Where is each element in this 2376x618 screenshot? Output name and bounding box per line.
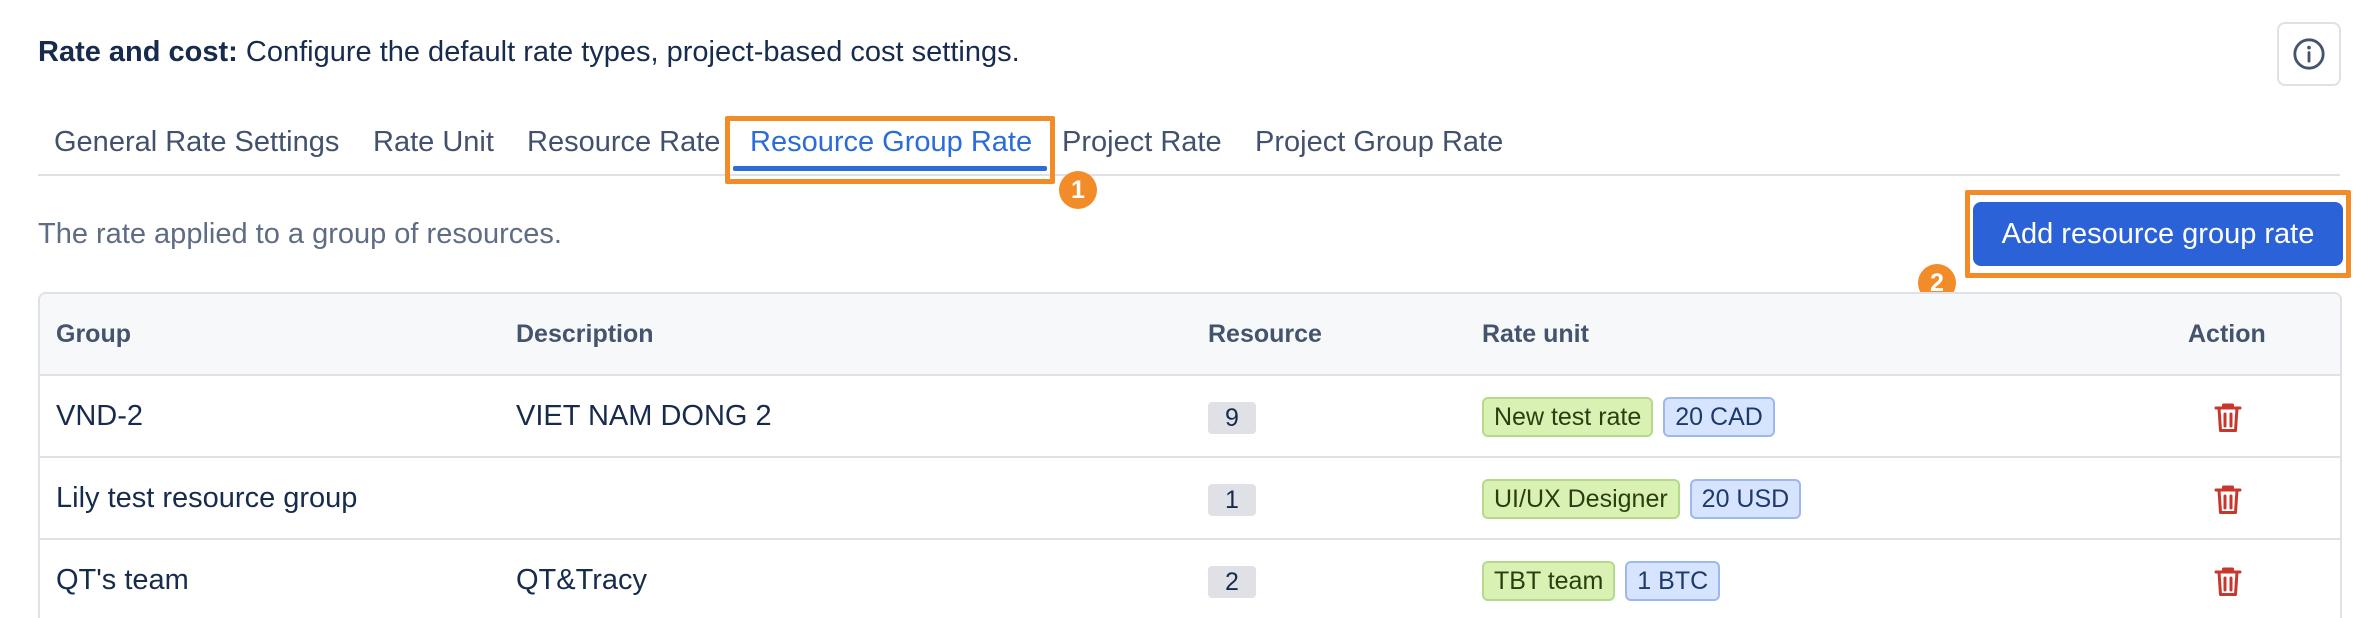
- rate-name-lozenge: TBT team: [1482, 561, 1616, 601]
- column-header-rate-unit: Rate unit: [1482, 320, 1589, 348]
- group-name: QT's team: [56, 564, 189, 596]
- rate-name-lozenge: New test rate: [1482, 397, 1654, 437]
- trash-icon[interactable]: [2210, 480, 2246, 518]
- tab-highlight-annotation: [725, 116, 1055, 184]
- header-description: Configure the default rate types, projec…: [245, 36, 1020, 68]
- header-title: Rate and cost:: [38, 36, 238, 68]
- table-row[interactable]: QT's team QT&Tracy 2 TBT team 1 BTC: [40, 540, 2340, 618]
- tab-project-group-rate[interactable]: Project Group Rate: [1255, 126, 1503, 159]
- table-row[interactable]: VND-2 VIET NAM DONG 2 9 New test rate 20…: [40, 376, 2340, 458]
- group-name: Lily test resource group: [56, 482, 358, 514]
- rate-name-lozenge: UI/UX Designer: [1482, 479, 1680, 519]
- group-name: VND-2: [56, 400, 144, 432]
- column-header-description: Description: [516, 320, 654, 348]
- resource-group-rate-table: Group Description Resource Rate unit Act…: [38, 292, 2342, 618]
- rate-value-lozenge: 1 BTC: [1625, 561, 1721, 601]
- table-row[interactable]: Lily test resource group 1 UI/UX Designe…: [40, 458, 2340, 540]
- rate-value-lozenge: 20 USD: [1689, 479, 1802, 519]
- tab-rate-unit[interactable]: Rate Unit: [373, 126, 494, 159]
- group-description: QT&Tracy: [516, 564, 648, 596]
- table-header: Group Description Resource Rate unit Act…: [40, 294, 2340, 376]
- add-resource-group-rate-button[interactable]: Add resource group rate: [1973, 202, 2343, 266]
- rate-unit-lozenges: New test rate 20 CAD: [1482, 397, 1775, 437]
- rate-unit-lozenges: UI/UX Designer 20 USD: [1482, 479, 1802, 519]
- tab-general-rate-settings[interactable]: General Rate Settings: [54, 126, 339, 159]
- annotation-badge-1: 1: [1059, 171, 1097, 209]
- section-description: The rate applied to a group of resources…: [38, 218, 562, 250]
- resource-count-badge: 9: [1208, 402, 1256, 434]
- resource-count-badge: 2: [1208, 566, 1256, 598]
- column-header-group: Group: [56, 320, 131, 348]
- resource-count-badge: 1: [1208, 484, 1256, 516]
- column-header-resource: Resource: [1208, 320, 1322, 348]
- group-description: VIET NAM DONG 2: [516, 400, 772, 432]
- rate-unit-lozenges: TBT team 1 BTC: [1482, 561, 1721, 601]
- trash-icon[interactable]: [2210, 398, 2246, 436]
- trash-icon[interactable]: [2210, 562, 2246, 600]
- info-icon: [2293, 38, 2325, 70]
- page-header: Rate and cost: Configure the default rat…: [38, 36, 1020, 69]
- column-header-action: Action: [2188, 320, 2266, 348]
- info-button[interactable]: [2277, 22, 2341, 86]
- tab-resource-rate[interactable]: Resource Rate: [527, 126, 720, 159]
- rate-value-lozenge: 20 CAD: [1663, 397, 1775, 437]
- tab-project-rate[interactable]: Project Rate: [1062, 126, 1222, 159]
- rate-tabs: General Rate Settings Rate Unit Resource…: [38, 118, 2340, 176]
